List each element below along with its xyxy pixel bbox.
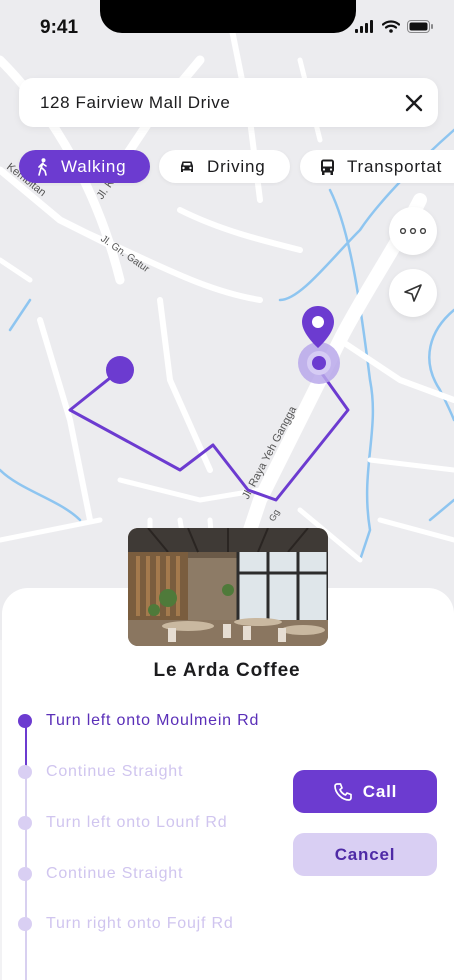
mode-chip-driving[interactable]: Driving [159,150,290,183]
mode-chip-walking[interactable]: Walking [19,150,150,183]
step-text: Continue Straight [46,865,184,882]
direction-step[interactable]: Continue Straight [18,760,183,784]
direction-step[interactable]: Turn left onto Lounf Rd [18,811,227,835]
route-start-marker [106,356,134,384]
step-dot [18,714,32,728]
direction-step[interactable]: Turn right onto Foujf Rd [18,912,234,936]
recenter-location-button[interactable] [389,269,437,317]
more-options-button[interactable] [389,207,437,255]
walking-icon [37,157,49,176]
status-bar: 9:41 [0,0,454,56]
step-text: Turn left onto Moulmein Rd [46,712,260,729]
device-notch [100,0,356,33]
cancel-button[interactable]: Cancel [293,833,437,876]
cancel-button-label: Cancel [334,844,396,864]
destination-address: 128 Fairview Mall Drive [40,92,231,112]
step-dot [18,867,32,881]
bus-icon [320,159,335,175]
mode-chip-transportation[interactable]: Transportat [300,150,454,183]
status-time: 9:41 [40,17,79,38]
signal-icon [355,20,373,33]
step-dot [18,917,32,931]
status-icons [355,20,434,33]
mode-chip-label: Driving [207,156,266,176]
destination-search-bar[interactable]: 128 Fairview Mall Drive [19,78,438,127]
current-location-dot [312,356,326,370]
phone-icon [333,782,353,802]
step-text: Turn left onto Lounf Rd [46,814,228,831]
call-button-label: Call [362,781,398,801]
mode-chip-label: Walking [61,156,127,176]
place-photo [128,528,328,646]
place-name: Le Arda Coffee [153,660,301,681]
clear-destination-button[interactable] [390,79,438,127]
car-icon [179,160,195,174]
step-text: Turn right onto Foujf Rd [46,915,234,932]
direction-step[interactable]: Turn left onto Moulmein Rd [18,709,259,733]
more-dots-icon [400,228,426,234]
step-dot [18,765,32,779]
step-text: Continue Straight [46,763,184,780]
direction-step[interactable]: Continue Straight [18,862,183,886]
wifi-icon [382,20,400,33]
transport-mode-selector: Walking Driving Transportat [0,150,454,186]
battery-icon [407,20,433,33]
call-button[interactable]: Call [293,770,437,813]
step-dot [18,816,32,830]
mode-chip-label: Transportat [347,156,443,176]
navigation-arrow-icon [404,284,422,302]
close-icon [405,94,423,111]
